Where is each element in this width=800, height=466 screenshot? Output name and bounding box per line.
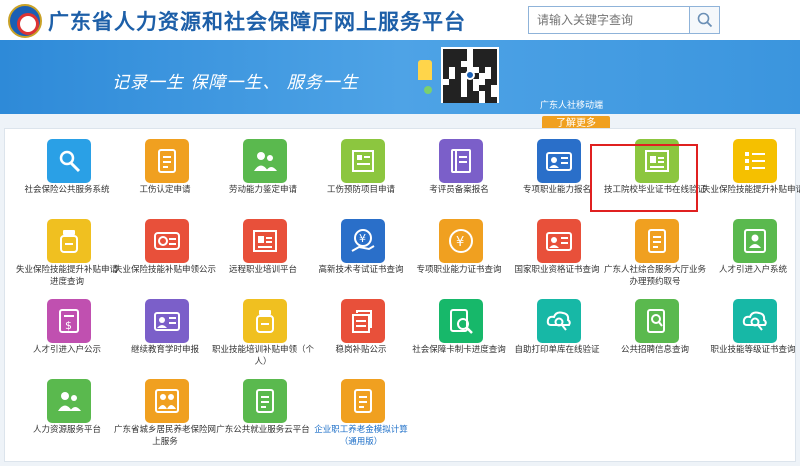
document-icon[interactable] bbox=[635, 219, 679, 263]
service-label[interactable]: 职业技能培训补贴申领（个人） bbox=[211, 345, 315, 368]
search-box bbox=[528, 6, 720, 34]
people-icon[interactable] bbox=[47, 379, 91, 423]
document-icon[interactable] bbox=[243, 379, 287, 423]
service-tile[interactable]: $ 人才引进入户公示 bbox=[17, 299, 113, 379]
id-card-icon[interactable] bbox=[145, 299, 189, 343]
service-label[interactable]: 考评员备案报名 bbox=[407, 185, 511, 197]
site-header: 广东省人力资源和社会保障厅网上服务平台 bbox=[0, 0, 800, 40]
service-tile[interactable]: 广东人社综合服务大厅业务办理预约取号 bbox=[604, 219, 706, 299]
form-icon[interactable] bbox=[341, 139, 385, 183]
doc-search-icon[interactable] bbox=[439, 299, 483, 343]
people-icon[interactable] bbox=[243, 139, 287, 183]
service-label[interactable]: 失业保险技能提升补贴申请 bbox=[701, 185, 800, 197]
service-label[interactable]: 远程职业培训平台 bbox=[211, 265, 315, 277]
service-tile[interactable]: 劳动能力鉴定申请 bbox=[213, 139, 309, 219]
service-tile[interactable]: 远程职业培训平台 bbox=[213, 219, 309, 299]
service-tile[interactable]: 考评员备案报名 bbox=[409, 139, 505, 219]
svg-text:$: $ bbox=[65, 319, 72, 332]
decoration-icon bbox=[418, 60, 432, 80]
service-tile[interactable]: 工伤认定申请 bbox=[115, 139, 211, 219]
tablet-search-icon[interactable] bbox=[635, 299, 679, 343]
document-icon[interactable] bbox=[341, 379, 385, 423]
qr-code bbox=[441, 47, 499, 103]
service-tile[interactable]: 广东省城乡居民养老保险网上服务 bbox=[114, 379, 216, 459]
bottle-icon[interactable] bbox=[47, 219, 91, 263]
service-label[interactable]: 国家职业资格证书查询 bbox=[505, 265, 609, 277]
search-icon bbox=[697, 12, 713, 28]
service-label[interactable]: 企业职工养老金模拟计算（通用版） bbox=[309, 425, 413, 448]
money-doc-icon[interactable]: $ bbox=[47, 299, 91, 343]
service-label[interactable]: 人力资源服务平台 bbox=[15, 425, 119, 437]
service-tile[interactable]: 稳岗补贴公示 bbox=[311, 299, 407, 379]
service-tile[interactable]: 职业技能等级证书查询 bbox=[703, 299, 799, 379]
service-label[interactable]: 工伤认定申请 bbox=[113, 185, 217, 197]
service-label[interactable]: 劳动能力鉴定申请 bbox=[211, 185, 315, 197]
service-label[interactable]: 人才引进入户系统 bbox=[701, 265, 800, 277]
service-tile[interactable]: 社会保险公共服务系统 bbox=[17, 139, 113, 219]
id-card-icon[interactable] bbox=[537, 139, 581, 183]
service-label[interactable]: 广东人社综合服务大厅业务办理预约取号 bbox=[603, 265, 707, 288]
highlight-box bbox=[590, 144, 698, 212]
service-tile[interactable]: 国家职业资格证书查询 bbox=[507, 219, 603, 299]
yen-icon[interactable]: ¥ bbox=[439, 219, 483, 263]
money-hand-icon[interactable]: ¥ bbox=[341, 219, 385, 263]
card-icon[interactable] bbox=[145, 219, 189, 263]
department-logo[interactable] bbox=[8, 4, 42, 38]
service-label[interactable]: 社会保障卡制卡进度查询 bbox=[407, 345, 511, 357]
decoration-dot bbox=[424, 86, 432, 94]
service-tile[interactable]: ¥ 高新技术考试证书查询 bbox=[311, 219, 407, 299]
service-tile[interactable]: 人才引进入户系统 bbox=[703, 219, 799, 299]
cloud-search-icon[interactable] bbox=[733, 299, 777, 343]
service-label[interactable]: 专项职业能力证书查询 bbox=[407, 265, 511, 277]
service-tile[interactable]: 失业保险技能提升补贴申请进度查询 bbox=[16, 219, 118, 299]
service-tile[interactable]: 自助打印单库在线验证 bbox=[507, 299, 603, 379]
svg-text:¥: ¥ bbox=[359, 232, 366, 245]
service-label[interactable]: 广东公共就业服务云平台 bbox=[211, 425, 315, 437]
certificate-icon[interactable] bbox=[243, 219, 287, 263]
search-input[interactable] bbox=[529, 7, 689, 33]
banner: 记录一生 保障一生、 服务一生 广东人社移动端 了解更多 bbox=[0, 40, 800, 132]
service-tile[interactable]: 公共招聘信息查询 bbox=[605, 299, 701, 379]
notebook-icon[interactable] bbox=[439, 139, 483, 183]
search-button[interactable] bbox=[689, 7, 719, 33]
elderly-icon[interactable] bbox=[145, 379, 189, 423]
service-label[interactable]: 广东省城乡居民养老保险网上服务 bbox=[113, 425, 217, 448]
service-tile[interactable]: 继续教育学时申报 bbox=[115, 299, 211, 379]
service-label[interactable]: 工伤预防项目申请 bbox=[309, 185, 413, 197]
service-label[interactable]: 继续教育学时申报 bbox=[113, 345, 217, 357]
cloud-search-icon[interactable] bbox=[537, 299, 581, 343]
checklist-icon[interactable] bbox=[733, 139, 777, 183]
id-card-icon[interactable] bbox=[537, 219, 581, 263]
service-label[interactable]: 自助打印单库在线验证 bbox=[505, 345, 609, 357]
service-tile[interactable]: 专项职业能力报名 bbox=[507, 139, 603, 219]
service-label[interactable]: 公共招聘信息查询 bbox=[603, 345, 707, 357]
service-label[interactable]: 高新技术考试证书查询 bbox=[309, 265, 413, 277]
mobile-app-label: 广东人社移动端 bbox=[540, 101, 604, 111]
service-tile[interactable]: 社会保障卡制卡进度查询 bbox=[409, 299, 506, 379]
site-title[interactable]: 广东省人力资源和社会保障厅网上服务平台 bbox=[48, 6, 466, 36]
banner-slogan: 记录一生 保障一生、 服务一生 bbox=[112, 73, 359, 93]
service-tile[interactable]: ¥ 专项职业能力证书查询 bbox=[409, 219, 505, 299]
service-tile[interactable]: 失业保险技能提升补贴申请 bbox=[701, 139, 800, 219]
document-icon[interactable] bbox=[145, 139, 189, 183]
service-label[interactable]: 职业技能等级证书查询 bbox=[701, 345, 800, 357]
bottle-icon[interactable] bbox=[243, 299, 287, 343]
service-label[interactable]: 失业保险技能补贴申领公示 bbox=[113, 265, 217, 277]
service-tile[interactable]: 职业技能培训补贴申领（个人） bbox=[212, 299, 314, 379]
service-label[interactable]: 社会保险公共服务系统 bbox=[15, 185, 119, 197]
svg-text:¥: ¥ bbox=[456, 235, 464, 250]
service-tile[interactable]: 人力资源服务平台 bbox=[17, 379, 113, 459]
service-tile[interactable]: 失业保险技能补贴申领公示 bbox=[114, 219, 216, 299]
person-search-icon[interactable] bbox=[47, 139, 91, 183]
person-card-icon[interactable] bbox=[733, 219, 777, 263]
stack-icon[interactable] bbox=[341, 299, 385, 343]
service-label[interactable]: 人才引进入户公示 bbox=[15, 345, 119, 357]
service-tile[interactable]: 广东公共就业服务云平台 bbox=[213, 379, 310, 459]
service-tile[interactable]: 工伤预防项目申请 bbox=[311, 139, 407, 219]
service-label[interactable]: 失业保险技能提升补贴申请进度查询 bbox=[15, 265, 119, 288]
service-tile[interactable]: 企业职工养老金模拟计算（通用版） bbox=[311, 379, 408, 459]
service-label[interactable]: 稳岗补贴公示 bbox=[309, 345, 413, 357]
